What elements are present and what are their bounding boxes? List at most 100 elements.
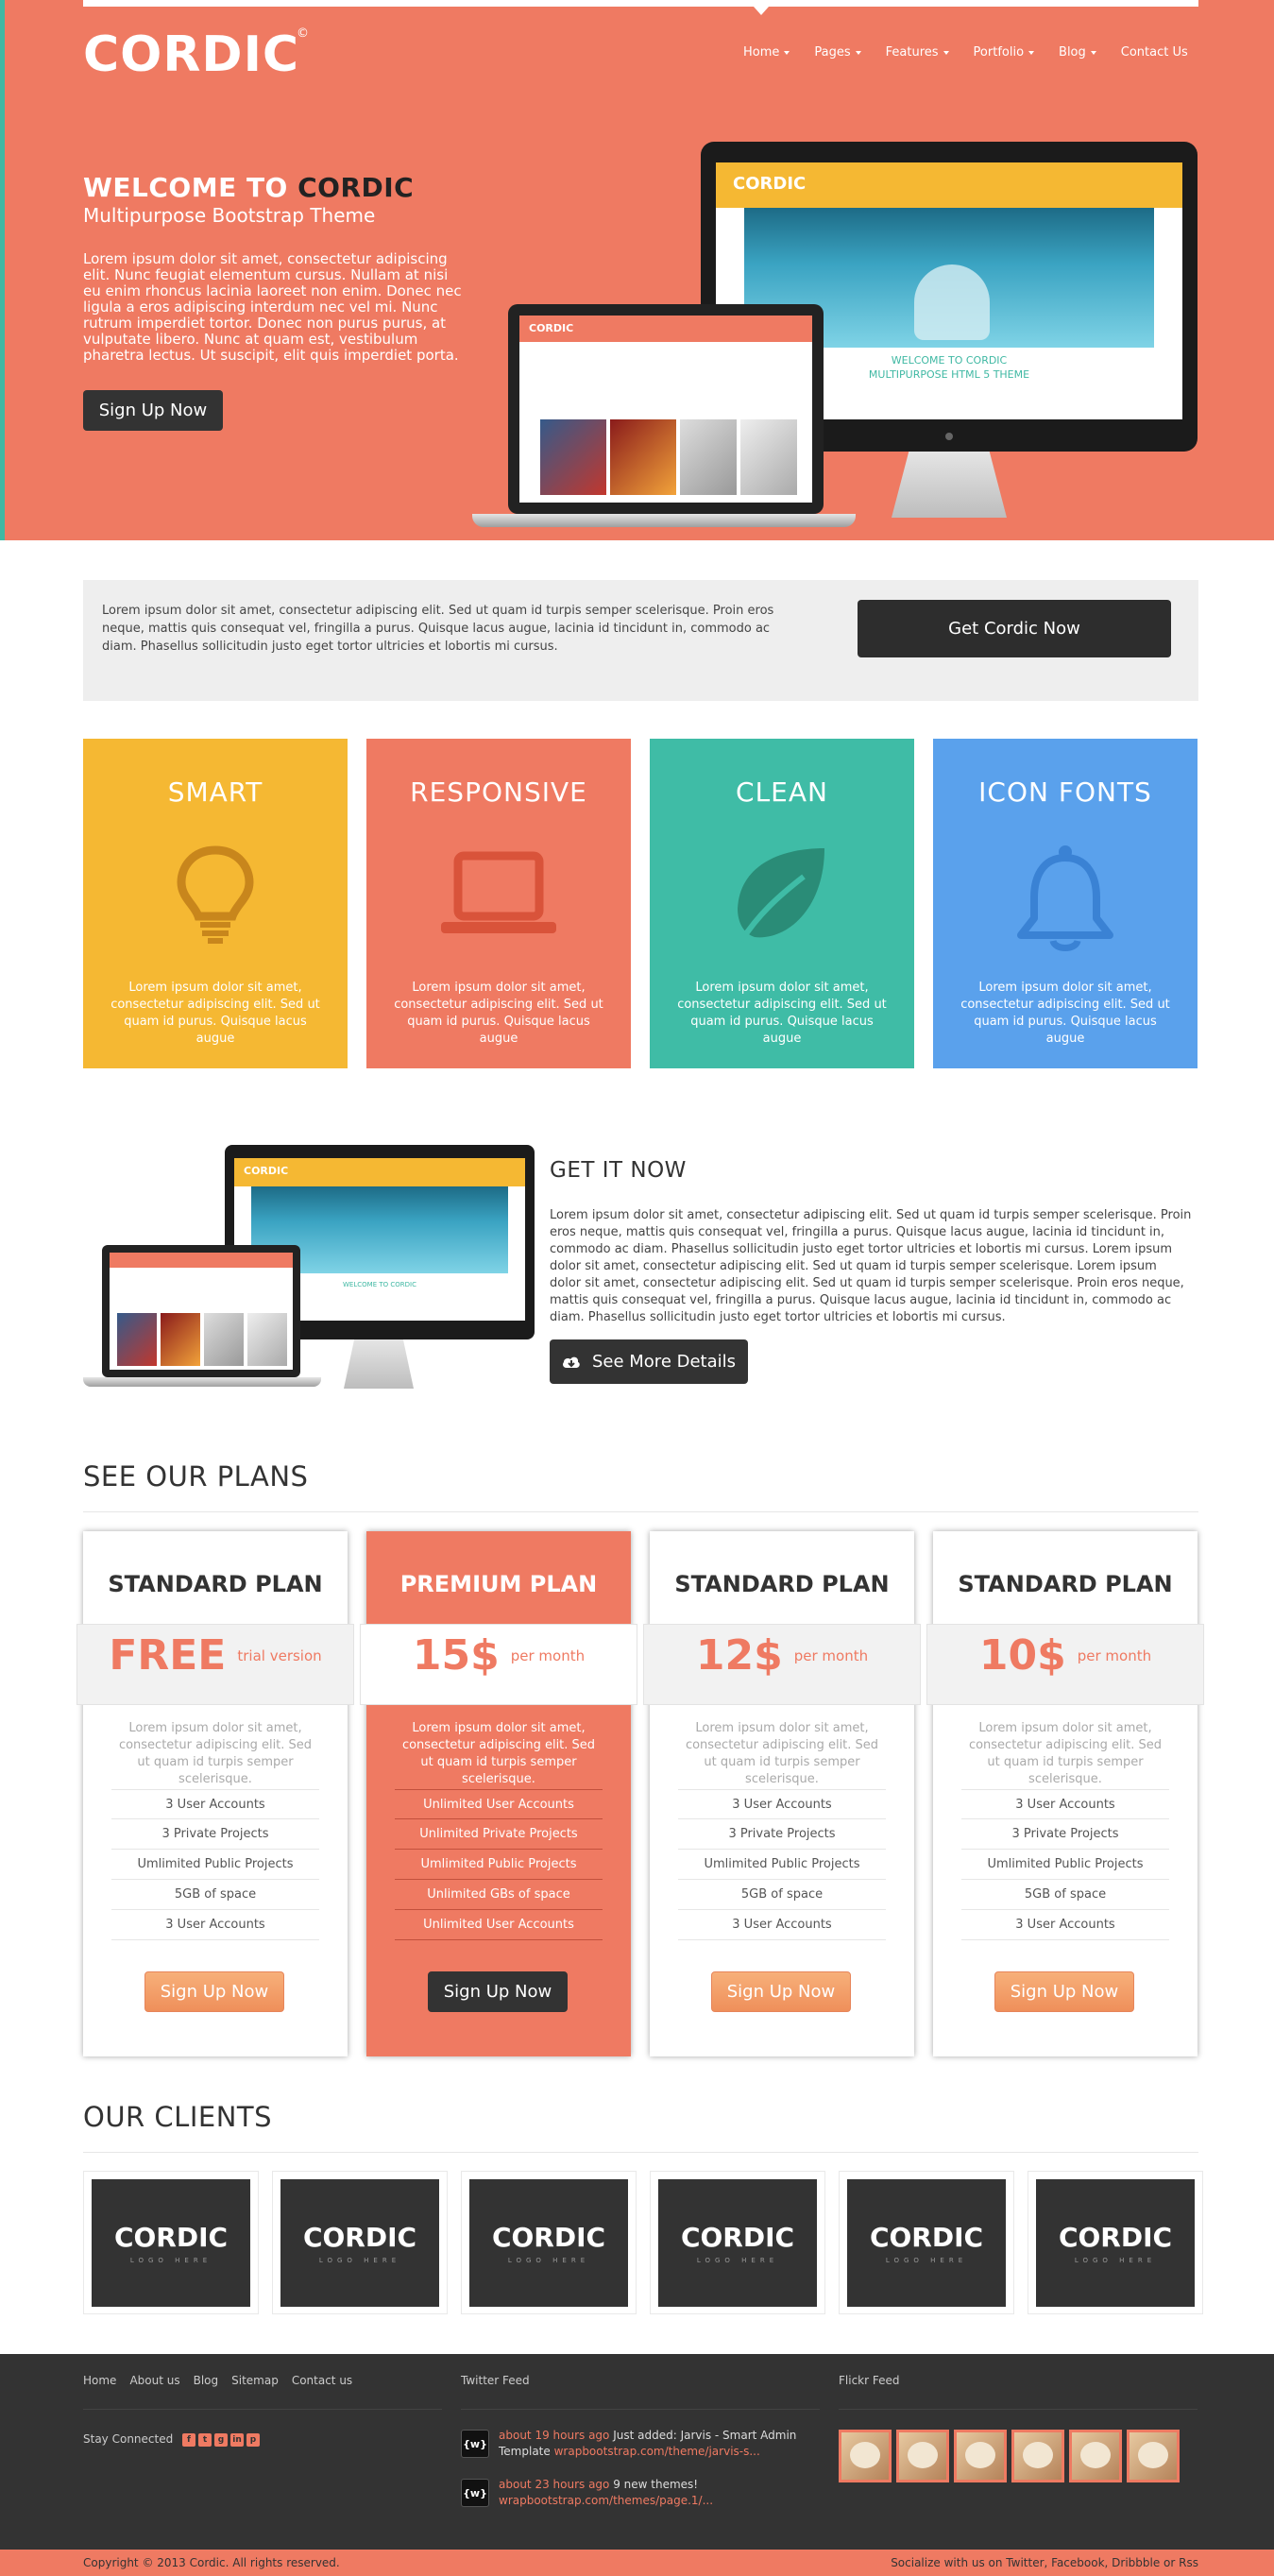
pinterest-icon[interactable]: p <box>246 2433 260 2447</box>
linkedin-icon[interactable]: in <box>230 2433 244 2447</box>
dog-photo <box>1023 2442 1053 2468</box>
plan-signup-button[interactable]: Sign Up Now <box>711 1971 851 2012</box>
plan-feature: 3 User Accounts <box>961 1789 1169 1819</box>
client-logo-sub: LOGO HERE <box>318 2257 401 2264</box>
nav-item-features[interactable]: Features <box>886 45 949 60</box>
thumb-image <box>740 419 797 495</box>
laptop-image: CORDIC <box>508 304 824 514</box>
twitter-icon[interactable]: t <box>198 2433 212 2447</box>
footer-link-home[interactable]: Home <box>83 2374 116 2387</box>
gin-laptop-screen <box>110 1253 293 1370</box>
feature-body: Lorem ipsum dolor sit amet, consectetur … <box>394 981 603 1046</box>
price-value: 12$ <box>695 1631 783 1680</box>
plan-card: STANDARD PLAN 12$ per month Lorem ipsum dol… <box>643 1531 921 2056</box>
tweet-link[interactable]: wrapbootstrap.com/theme/jarvis-s... <box>554 2445 760 2458</box>
laptop-screen-logo: CORDIC <box>529 322 574 334</box>
plan-feature: 3 Private Projects <box>961 1819 1169 1850</box>
see-more-details-label: See More Details <box>591 1352 737 1372</box>
nav-item-blog[interactable]: Blog <box>1059 45 1096 60</box>
facebook-icon[interactable]: f <box>182 2433 195 2447</box>
tweet-time[interactable]: about 19 hours ago <box>499 2429 609 2442</box>
nav-item-portfolio[interactable]: Portfolio <box>974 45 1035 60</box>
client-logo-name: CORDIC <box>1058 2222 1173 2253</box>
plan-name: PREMIUM PLAN <box>399 1571 598 1597</box>
client-logo-sub: LOGO HERE <box>507 2257 590 2264</box>
client-logo-card[interactable]: CORDIC LOGO HERE <box>272 2171 448 2314</box>
cloud-download-icon <box>562 1356 580 1368</box>
footer-link-blog[interactable]: Blog <box>194 2374 219 2387</box>
feature-body: Lorem ipsum dolor sit amet, consectetur … <box>960 981 1170 1046</box>
flickr-thumbnail[interactable] <box>1011 2430 1064 2482</box>
apple-logo-icon <box>945 433 953 440</box>
client-logo-card[interactable]: CORDIC LOGO HERE <box>1028 2171 1203 2314</box>
client-logo-name: CORDIC <box>680 2222 795 2253</box>
gin-laptop-image <box>102 1245 300 1377</box>
plan-feature: Umlimited Public Projects <box>678 1850 886 1880</box>
client-logo-card[interactable]: CORDIC LOGO HERE <box>461 2171 637 2314</box>
plan-price: 15$ per month <box>366 1631 631 1680</box>
clients-title: OUR CLIENTS <box>83 2101 273 2133</box>
hero-title-brand: CORDIC <box>297 172 415 203</box>
client-logo-name: CORDIC <box>869 2222 984 2253</box>
plan-feature: Unlimited User Accounts <box>395 1789 603 1819</box>
client-logo-name: CORDIC <box>302 2222 417 2253</box>
plan-signup-button[interactable]: Sign Up Now <box>994 1971 1134 2012</box>
plan-feature: Umlimited Public Projects <box>395 1850 603 1880</box>
left-accent-strip <box>0 0 5 540</box>
footer-divider <box>83 2409 442 2410</box>
google-plus-icon[interactable]: g <box>214 2433 228 2447</box>
top-bar <box>83 0 1198 7</box>
thumb-image <box>540 419 606 495</box>
chevron-down-icon <box>784 50 790 55</box>
logo-mark: © <box>297 26 309 41</box>
stay-connected-label: Stay Connected <box>83 2432 174 2446</box>
price-value: FREE <box>109 1631 227 1680</box>
get-it-now-title: GET IT NOW <box>550 1158 687 1183</box>
client-logo-sub: LOGO HERE <box>696 2257 779 2264</box>
gin-monitor-stand <box>344 1339 414 1389</box>
tweet-link[interactable]: wrapbootstrap.com/themes/page.1/... <box>499 2494 713 2507</box>
plan-name: STANDARD PLAN <box>958 1571 1173 1597</box>
bell-icon <box>1017 845 1113 951</box>
socialize-text: Socialize with us on Twitter, Facebook, … <box>891 2556 1198 2569</box>
see-more-details-button[interactable]: See More Details <box>550 1339 748 1384</box>
footer-link-sitemap[interactable]: Sitemap <box>231 2374 279 2387</box>
plan-feature: 3 User Accounts <box>678 1789 886 1819</box>
plan-feature: Unlimited User Accounts <box>395 1910 603 1940</box>
gin-laptop-header <box>110 1253 293 1268</box>
plan-description: Lorem ipsum dolor sit amet, consectetur … <box>118 1721 313 1786</box>
plan-name: STANDARD PLAN <box>674 1571 890 1597</box>
plan-feature-list: Unlimited User Accounts Unlimited Private… <box>395 1789 603 1940</box>
flickr-thumbnail[interactable] <box>1127 2430 1180 2482</box>
flickr-thumbnail[interactable] <box>896 2430 949 2482</box>
divider <box>83 1511 1198 1512</box>
client-logo-card[interactable]: CORDIC LOGO HERE <box>650 2171 825 2314</box>
get-cordic-button[interactable]: Get Cordic Now <box>858 600 1171 657</box>
footer-link-contact[interactable]: Contact us <box>292 2374 352 2387</box>
nav-item-contact[interactable]: Contact Us <box>1121 45 1188 60</box>
client-logo-sub: LOGO HERE <box>885 2257 968 2264</box>
site-logo[interactable]: CORDIC <box>83 26 299 83</box>
hero-signup-button[interactable]: Sign Up Now <box>83 390 223 431</box>
tweet-avatar-icon: {w} <box>461 2479 489 2507</box>
flickr-feed-title: Flickr Feed <box>839 2374 900 2387</box>
plan-feature-list: 3 User Accounts 3 Private Projects Umlimit… <box>111 1789 319 1940</box>
feature-card-icon-fonts: ICON FONTS Lorem ipsum dolor sit amet, c… <box>933 739 1198 1068</box>
laptop-icon <box>441 851 556 933</box>
tweet-time[interactable]: about 23 hours ago <box>499 2478 609 2491</box>
price-period: per month <box>793 1646 869 1664</box>
dog-photo <box>965 2442 995 2468</box>
plan-signup-button[interactable]: Sign Up Now <box>144 1971 284 2012</box>
nav-item-home[interactable]: Home <box>743 45 790 60</box>
flickr-thumbnail[interactable] <box>954 2430 1007 2482</box>
client-logo-sub: LOGO HERE <box>129 2257 212 2264</box>
flickr-thumbnail[interactable] <box>1069 2430 1122 2482</box>
footer-link-about[interactable]: About us <box>129 2374 179 2387</box>
nav-item-pages[interactable]: Pages <box>814 45 861 60</box>
plan-feature: 3 Private Projects <box>111 1819 319 1850</box>
client-logo-card[interactable]: CORDIC LOGO HERE <box>83 2171 259 2314</box>
client-logo-image: CORDIC LOGO HERE <box>92 2179 250 2307</box>
client-logo-card[interactable]: CORDIC LOGO HERE <box>839 2171 1014 2314</box>
plan-signup-button[interactable]: Sign Up Now <box>428 1971 568 2012</box>
flickr-thumbnail[interactable] <box>839 2430 892 2482</box>
